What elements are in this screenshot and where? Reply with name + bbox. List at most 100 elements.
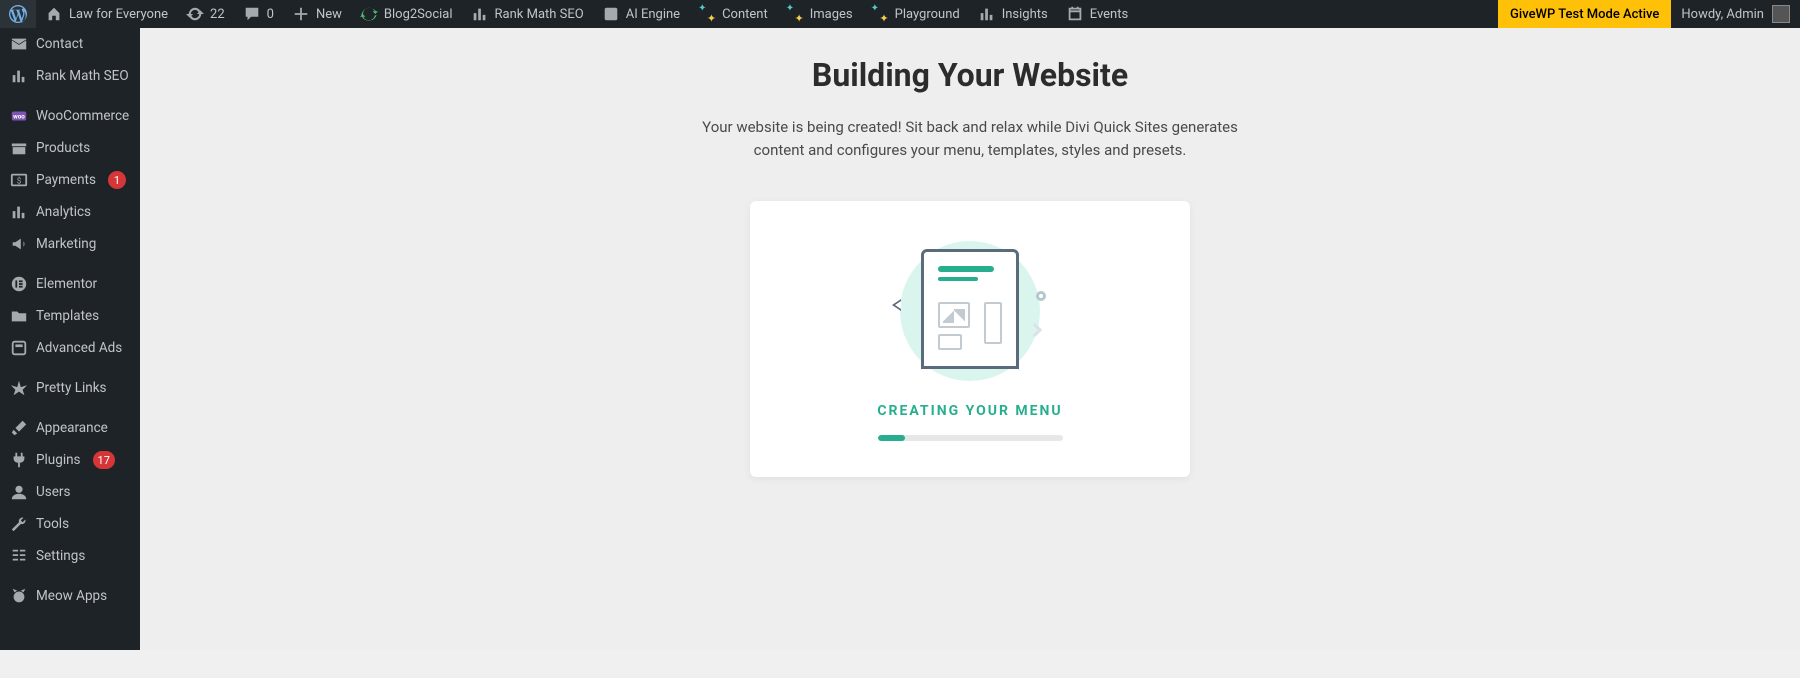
user-icon xyxy=(10,483,28,501)
new-label: New xyxy=(316,7,342,22)
comments-count: 0 xyxy=(267,7,274,22)
admin-sidebar: Contact Rank Math SEO woo WooCommerce Produc… xyxy=(0,28,140,650)
sidebar-item-label: Meow Apps xyxy=(36,588,107,604)
howdy-account[interactable]: Howdy, Admin xyxy=(1671,0,1800,28)
ab-insights[interactable]: Insights xyxy=(969,0,1057,28)
sidebar-item-contact[interactable]: Contact xyxy=(0,28,140,60)
avatar xyxy=(1772,5,1790,23)
sidebar-item-label: Appearance xyxy=(36,420,108,436)
ab-item-label: AI Engine xyxy=(626,7,680,22)
main-content: Building Your Website Your website is be… xyxy=(140,28,1800,650)
ab-item-label: Blog2Social xyxy=(384,7,453,22)
page-description: Your website is being created! Sit back … xyxy=(690,116,1250,161)
sidebar-item-advanced-ads[interactable]: Advanced Ads xyxy=(0,332,140,364)
sidebar-item-label: Users xyxy=(36,484,70,500)
sidebar-item-payments[interactable]: $ Payments 1 xyxy=(0,164,140,196)
ab-blog2social[interactable]: Blog2Social xyxy=(351,0,462,28)
archive-icon xyxy=(10,139,28,157)
building-illustration xyxy=(890,241,1050,381)
comments-button[interactable]: 0 xyxy=(234,0,283,28)
sidebar-item-woocommerce[interactable]: woo WooCommerce xyxy=(0,100,140,132)
sidebar-item-label: Marketing xyxy=(36,236,96,252)
folder-icon xyxy=(10,307,28,325)
plus-icon xyxy=(292,5,310,23)
admin-bar-right: GiveWP Test Mode Active Howdy, Admin xyxy=(1498,0,1800,28)
sidebar-item-meow-apps[interactable]: Meow Apps xyxy=(0,580,140,612)
chart-icon xyxy=(471,5,489,23)
meow-icon xyxy=(10,587,28,605)
square-icon xyxy=(602,5,620,23)
ab-item-label: Images xyxy=(810,7,853,22)
sidebar-item-label: Tools xyxy=(36,516,69,532)
sidebar-item-pretty-links[interactable]: Pretty Links xyxy=(0,372,140,404)
sidebar-item-label: Rank Math SEO xyxy=(36,68,129,84)
ab-events[interactable]: Events xyxy=(1057,0,1137,28)
analytics-icon xyxy=(10,203,28,221)
progress-bar-fill xyxy=(878,435,906,441)
sidebar-item-label: WooCommerce xyxy=(36,108,129,124)
sidebar-item-settings[interactable]: Settings xyxy=(0,540,140,572)
ab-playground[interactable]: Playground xyxy=(862,0,969,28)
plug-icon xyxy=(10,451,28,469)
badge: 17 xyxy=(93,451,115,469)
howdy-label: Howdy, Admin xyxy=(1681,7,1764,22)
ab-item-label: Playground xyxy=(895,7,960,22)
ab-aiengine[interactable]: AI Engine xyxy=(593,0,689,28)
sidebar-item-tools[interactable]: Tools xyxy=(0,508,140,540)
ab-item-label: Events xyxy=(1090,7,1128,22)
sidebar-item-users[interactable]: Users xyxy=(0,476,140,508)
sidebar-item-label: Settings xyxy=(36,548,85,564)
status-text: CREATING YOUR MENU xyxy=(877,403,1062,419)
progress-bar xyxy=(878,435,1063,441)
badge: 1 xyxy=(108,171,126,189)
sidebar-item-products[interactable]: Products xyxy=(0,132,140,164)
star-icon xyxy=(10,379,28,397)
sidebar-item-analytics[interactable]: Analytics xyxy=(0,196,140,228)
ab-content[interactable]: Content xyxy=(689,0,777,28)
woo-icon: woo xyxy=(10,107,28,125)
mail-icon xyxy=(10,35,28,53)
givewp-notice-label: GiveWP Test Mode Active xyxy=(1510,7,1659,22)
sidebar-item-label: Products xyxy=(36,140,90,156)
sidebar-item-appearance[interactable]: Appearance xyxy=(0,412,140,444)
wrench-icon xyxy=(10,515,28,533)
ab-images[interactable]: Images xyxy=(777,0,862,28)
megaphone-icon xyxy=(10,235,28,253)
sidebar-item-plugins[interactable]: Plugins17 xyxy=(0,444,140,476)
sparkle-icon xyxy=(871,5,889,23)
wordpress-icon xyxy=(9,5,27,23)
calendar-icon xyxy=(1066,5,1084,23)
ab-rankmath[interactable]: Rank Math SEO xyxy=(462,0,593,28)
new-button[interactable]: New xyxy=(283,0,351,28)
site-name-button[interactable]: Law for Everyone xyxy=(36,0,177,28)
sparkle-icon xyxy=(698,5,716,23)
ads-icon xyxy=(10,339,28,357)
analytics-icon xyxy=(978,5,996,23)
sidebar-item-label: Elementor xyxy=(36,276,97,292)
sidebar-item-label: Templates xyxy=(36,308,99,324)
updates-icon xyxy=(186,5,204,23)
progress-card: CREATING YOUR MENU xyxy=(750,201,1190,477)
sidebar-item-templates[interactable]: Templates xyxy=(0,300,140,332)
sparkle-icon xyxy=(786,5,804,23)
updates-button[interactable]: 22 xyxy=(177,0,234,28)
sidebar-item-label: Contact xyxy=(36,36,83,52)
admin-bar: Law for Everyone 22 0 New Blog2Social xyxy=(0,0,1800,28)
svg-text:$: $ xyxy=(17,176,22,186)
sidebar-item-marketing[interactable]: Marketing xyxy=(0,228,140,260)
refresh-icon xyxy=(360,5,378,23)
wp-logo-button[interactable] xyxy=(0,0,36,28)
givewp-testmode-notice[interactable]: GiveWP Test Mode Active xyxy=(1498,0,1671,28)
sidebar-item-label: Pretty Links xyxy=(36,380,107,396)
svg-text:woo: woo xyxy=(13,113,25,121)
sidebar-item-elementor[interactable]: Elementor xyxy=(0,268,140,300)
circle-icon xyxy=(1036,291,1046,301)
sidebar-item-label: Advanced Ads xyxy=(36,340,122,356)
updates-count: 22 xyxy=(210,7,225,22)
chart-icon xyxy=(10,67,28,85)
sidebar-item-label: Payments xyxy=(36,172,96,188)
payments-icon: $ xyxy=(10,171,28,189)
page-title: Building Your Website xyxy=(812,56,1128,94)
sidebar-item-rank-math-seo[interactable]: Rank Math SEO xyxy=(0,60,140,92)
site-name-label: Law for Everyone xyxy=(69,7,168,22)
